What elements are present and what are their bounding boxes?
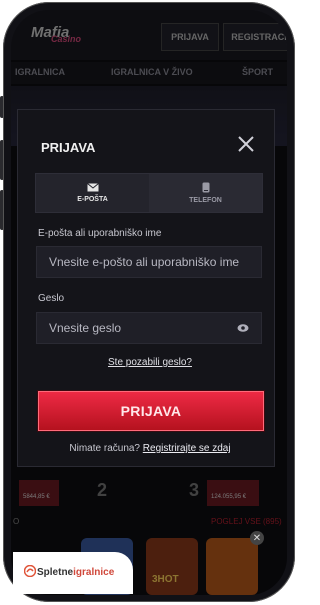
phone-mockup: Mafia Casino PRIJAVA REGISTRACI IGRALNIC…: [0, 0, 300, 605]
password-field[interactable]: [49, 313, 255, 343]
phone-icon: [202, 182, 209, 193]
tab-phone[interactable]: TELEFON: [149, 174, 262, 212]
password-label: Geslo: [38, 293, 65, 304]
login-button[interactable]: PRIJAVA: [38, 391, 264, 431]
register-link[interactable]: Registrirajte se zdaj: [143, 443, 231, 454]
register-prompt: Nimate računa? Registrirajte se zdaj: [0, 443, 300, 454]
password-field-wrapper: [36, 312, 262, 344]
login-method-tabs: E-POŠTA TELEFON: [35, 173, 263, 213]
brand-name-left: Spletne: [37, 567, 74, 578]
tab-phone-label: TELEFON: [189, 197, 222, 204]
close-icon[interactable]: ✕: [250, 531, 264, 545]
close-icon: [238, 136, 254, 152]
brand-name-right: igralnice: [73, 567, 115, 578]
forgot-password-link[interactable]: Ste pozabili geslo?: [0, 357, 300, 368]
email-field[interactable]: [49, 247, 255, 277]
modal-title: PRIJAVA: [41, 140, 96, 155]
tab-email[interactable]: E-POŠTA: [36, 174, 149, 212]
close-button[interactable]: [234, 132, 258, 156]
envelope-icon: [86, 183, 99, 192]
show-password-icon[interactable]: [237, 323, 249, 333]
email-label: E-pošta ali uporabniško ime: [38, 228, 162, 239]
email-field-wrapper: [36, 246, 262, 278]
tab-email-label: E-POŠTA: [77, 196, 108, 203]
brand-name: Spletneigralnice: [37, 567, 114, 578]
brand-logo-icon: [24, 565, 36, 577]
no-account-text: Nimate računa?: [69, 443, 140, 454]
